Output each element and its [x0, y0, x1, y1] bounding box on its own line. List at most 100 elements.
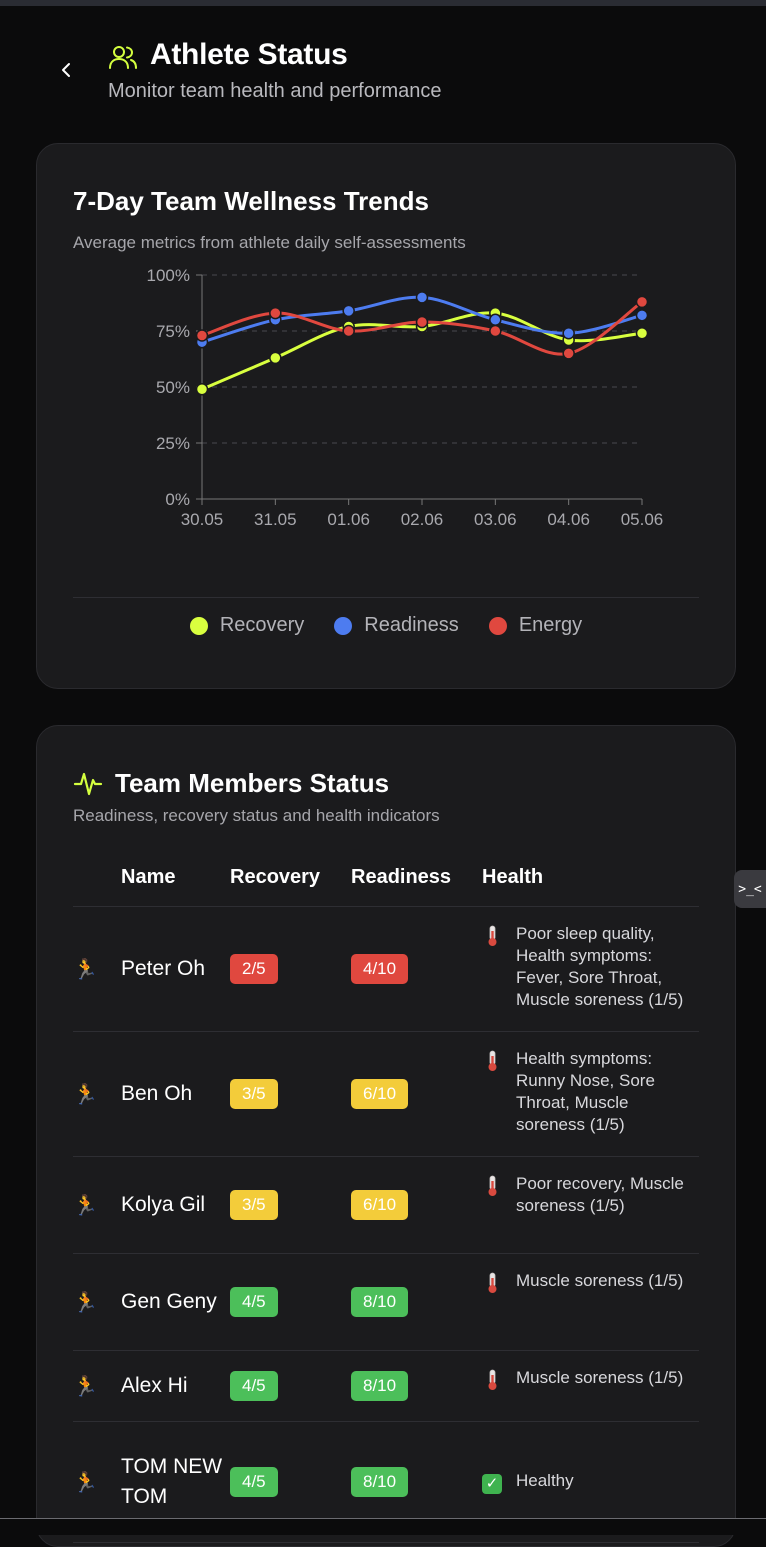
team-card-subtitle: Readiness, recovery status and health in… [73, 806, 440, 825]
data-point-readiness [635, 309, 649, 322]
legend-swatch [488, 616, 507, 635]
runner-icon: 🏃 [73, 1083, 98, 1106]
table-row[interactable]: 🏃 Peter Oh 2/5 4/10 Poor sleep quality, Heal… [73, 907, 699, 1032]
runner-icon: 🏃 [73, 1375, 98, 1398]
legend-item-recovery[interactable]: Recovery [189, 614, 305, 637]
data-point-readiness [342, 304, 355, 318]
data-point-energy [195, 329, 209, 342]
check-mark-icon: ✓ [482, 1470, 506, 1494]
y-tick-label: 0% [165, 490, 190, 509]
legend-label: Energy [518, 614, 583, 636]
recovery-badge: 4/5 [230, 1287, 278, 1317]
data-point-readiness [562, 326, 575, 340]
y-tick-label: 75% [156, 322, 190, 341]
back-button[interactable] [58, 58, 76, 82]
legend-swatch [334, 616, 353, 635]
athlete-name: TOM NEW TOM [121, 1455, 223, 1508]
health-indicator-text: Poor sleep quality, Health symptoms: Fev… [516, 924, 684, 1009]
chart-legend: Recovery Readiness Energy [37, 614, 735, 637]
runner-icon: 🏃 [73, 958, 98, 981]
legend-swatch [189, 616, 208, 635]
bottom-edge [0, 1518, 766, 1535]
table-row[interactable]: 🏃 Kolya Gil 3/5 6/10 Poor recovery, Muscle s… [73, 1157, 699, 1254]
health-indicator-text: Poor recovery, Muscle soreness (1/5) [516, 1174, 684, 1215]
recovery-badge: 2/5 [230, 954, 278, 984]
y-tick-label: 50% [156, 378, 190, 397]
column-header-health: Health [482, 865, 544, 888]
data-point-recovery [269, 351, 282, 365]
users-icon [109, 46, 137, 69]
data-point-energy [562, 347, 575, 360]
thermometer-icon [482, 1270, 506, 1299]
x-tick-label: 31.05 [254, 510, 297, 529]
x-tick-label: 01.06 [327, 510, 370, 529]
runner-icon: 🏃 [73, 1291, 98, 1314]
column-header-name: Name [121, 865, 176, 888]
side-tab-label: >_< [738, 881, 762, 897]
team-members-card: Team Members Status Readiness, recovery … [36, 725, 736, 1547]
table-body: 🏃 Peter Oh 2/5 4/10 Poor sleep quality, Heal… [73, 907, 699, 1543]
data-point-energy [415, 315, 429, 329]
readiness-badge: 8/10 [351, 1467, 409, 1497]
side-panel-toggle[interactable]: >_< [734, 870, 766, 908]
readiness-badge: 6/10 [351, 1190, 409, 1220]
x-tick-label: 05.06 [621, 510, 664, 529]
data-point-readiness [415, 291, 429, 304]
table-row[interactable]: 🏃 Alex Hi 4/5 8/10 Muscle soreness (1/5) [73, 1351, 699, 1422]
team-status-table: Name Recovery Readiness Health 🏃 Peter Oh… [73, 848, 699, 1543]
table-header: Name Recovery Readiness Health [73, 848, 699, 907]
legend-label: Recovery [219, 614, 305, 636]
x-tick-label: 03.06 [474, 510, 517, 529]
athlete-name: Kolya Gil [121, 1193, 206, 1216]
health-indicator-text: Muscle soreness (1/5) [516, 1368, 684, 1387]
data-point-recovery [195, 382, 209, 396]
athlete-name: Gen Geny [121, 1290, 217, 1313]
thermometer-icon [482, 923, 506, 952]
x-tick-label: 30.05 [181, 510, 224, 529]
readiness-badge: 4/10 [351, 954, 409, 984]
recovery-badge: 3/5 [230, 1079, 278, 1109]
data-point-readiness [489, 313, 502, 327]
recovery-badge: 4/5 [230, 1467, 278, 1497]
thermometer-icon [482, 1173, 506, 1202]
athlete-name: Alex Hi [121, 1374, 188, 1397]
data-point-energy [269, 306, 282, 320]
table-row[interactable]: 🏃 Ben Oh 3/5 6/10 Health symptoms: Runny Nos… [73, 1032, 699, 1157]
legend-divider [73, 597, 699, 598]
legend-item-readiness[interactable]: Readiness [334, 614, 459, 637]
table-row[interactable]: 🏃 Gen Geny 4/5 8/10 Muscle soreness (1/5) [73, 1254, 699, 1351]
health-indicator-text: Muscle soreness (1/5) [516, 1271, 684, 1290]
runner-icon: 🏃 [73, 1194, 98, 1217]
team-card-title: Team Members Status [115, 768, 390, 798]
x-tick-label: 04.06 [547, 510, 590, 529]
data-point-recovery [635, 326, 649, 340]
y-tick-label: 100% [147, 266, 190, 285]
health-indicator-text: Healthy [516, 1471, 574, 1490]
health-indicator-text: Health symptoms: Runny Nose, Sore Throat… [516, 1049, 655, 1134]
chevron-left-icon [62, 63, 70, 77]
athlete-name: Peter Oh [121, 957, 206, 980]
column-header-recovery: Recovery [230, 865, 321, 888]
readiness-badge: 8/10 [351, 1287, 409, 1317]
runner-icon: 🏃 [73, 1471, 98, 1494]
column-header-readiness: Readiness [351, 865, 452, 888]
recovery-badge: 4/5 [230, 1371, 278, 1401]
activity-pulse-icon [73, 772, 103, 796]
wellness-trends-card: 7-Day Team Wellness Trends Average metri… [36, 143, 736, 689]
data-point-energy [489, 324, 502, 338]
top-bar [0, 0, 766, 6]
y-tick-label: 25% [156, 434, 190, 453]
data-point-energy [635, 295, 649, 309]
thermometer-icon [482, 1048, 506, 1077]
page-title: Athlete Status [150, 38, 348, 71]
x-tick-label: 02.06 [401, 510, 444, 529]
page-subtitle: Monitor team health and performance [108, 80, 442, 102]
wellness-line-chart: 0% 25% 50% 75% 100% 30.05 31.05 01.06 02.06 03.06… [147, 266, 664, 529]
data-point-energy [342, 324, 355, 338]
legend-label: Readiness [364, 614, 459, 636]
thermometer-icon [482, 1367, 506, 1396]
legend-item-energy[interactable]: Energy [488, 614, 583, 637]
athlete-name: Ben Oh [121, 1082, 193, 1105]
readiness-badge: 8/10 [351, 1371, 409, 1401]
readiness-badge: 6/10 [351, 1079, 409, 1109]
